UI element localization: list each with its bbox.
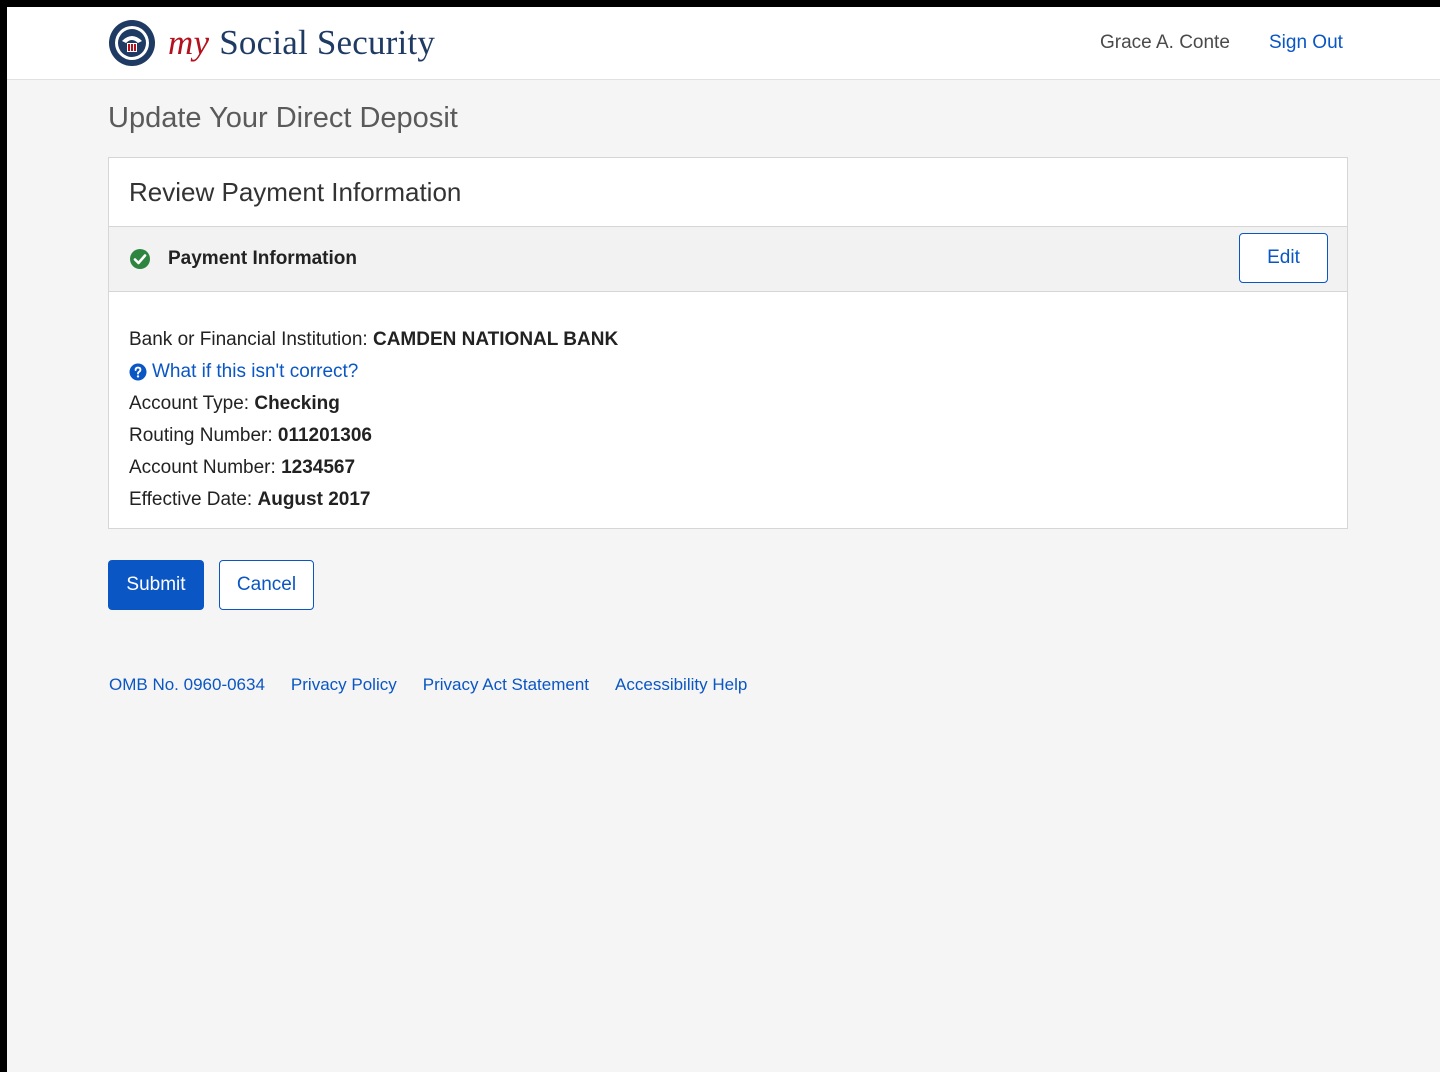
- brand-name: Social Security: [219, 23, 436, 62]
- detail-value: 011201306: [277, 425, 372, 446]
- detail-row-account-type: Account Type: Checking: [129, 388, 1327, 420]
- site-footer: OMB No. 0960-0634 Privacy Policy Privacy…: [109, 675, 773, 695]
- site-logo[interactable]: my Social Security: [108, 19, 435, 67]
- footer-link-omb[interactable]: OMB No. 0960-0634: [109, 675, 265, 695]
- payment-info-section-header: Payment Information Edit: [109, 227, 1347, 292]
- detail-label: Effective Date:: [129, 489, 253, 510]
- card-title: Review Payment Information: [109, 158, 1347, 227]
- detail-row-routing-number: Routing Number: 011201306: [129, 420, 1327, 452]
- footer-link-accessibility[interactable]: Accessibility Help: [615, 675, 747, 695]
- footer-link-privacy-policy[interactable]: Privacy Policy: [291, 675, 397, 695]
- cancel-button[interactable]: Cancel: [219, 560, 314, 610]
- user-name: Grace A. Conte: [1100, 32, 1230, 53]
- detail-value: 1234567: [281, 457, 356, 478]
- ssa-seal-icon: [109, 20, 155, 66]
- site-header: my Social Security Grace A. Conte Sign Ou…: [7, 7, 1440, 80]
- detail-label: Account Number:: [129, 457, 276, 478]
- question-circle-icon: [129, 363, 147, 381]
- detail-label: Account Type:: [129, 393, 250, 414]
- section-label: Payment Information: [168, 248, 357, 269]
- payment-details: Bank or Financial Institution: CAMDEN NA…: [109, 292, 1347, 516]
- submit-button[interactable]: Submit: [108, 560, 204, 610]
- form-actions: Submit Cancel: [108, 560, 314, 610]
- page-frame: my Social Security Grace A. Conte Sign Ou…: [0, 0, 1440, 1072]
- brand-my: my: [168, 23, 210, 62]
- detail-row-account-number: Account Number: 1234567: [129, 452, 1327, 484]
- help-link-label: What if this isn't correct?: [152, 361, 359, 382]
- detail-label: Routing Number:: [129, 425, 273, 446]
- check-circle-icon: [130, 249, 150, 269]
- footer-link-privacy-act[interactable]: Privacy Act Statement: [423, 675, 589, 695]
- help-link[interactable]: What if this isn't correct?: [129, 356, 1327, 388]
- brand-wordmark: my Social Security: [168, 23, 435, 63]
- sign-out-link[interactable]: Sign Out: [1269, 32, 1343, 54]
- edit-button[interactable]: Edit: [1239, 233, 1328, 283]
- review-card: Review Payment Information Payment Infor…: [108, 157, 1348, 529]
- detail-row-effective-date: Effective Date: August 2017: [129, 484, 1327, 516]
- detail-value: CAMDEN NATIONAL BANK: [372, 329, 619, 350]
- detail-label: Bank or Financial Institution:: [129, 329, 368, 350]
- detail-row-bank: Bank or Financial Institution: CAMDEN NA…: [129, 324, 1327, 356]
- detail-value: Checking: [254, 393, 340, 414]
- page-title: Update Your Direct Deposit: [108, 102, 458, 134]
- detail-value: August 2017: [257, 489, 371, 510]
